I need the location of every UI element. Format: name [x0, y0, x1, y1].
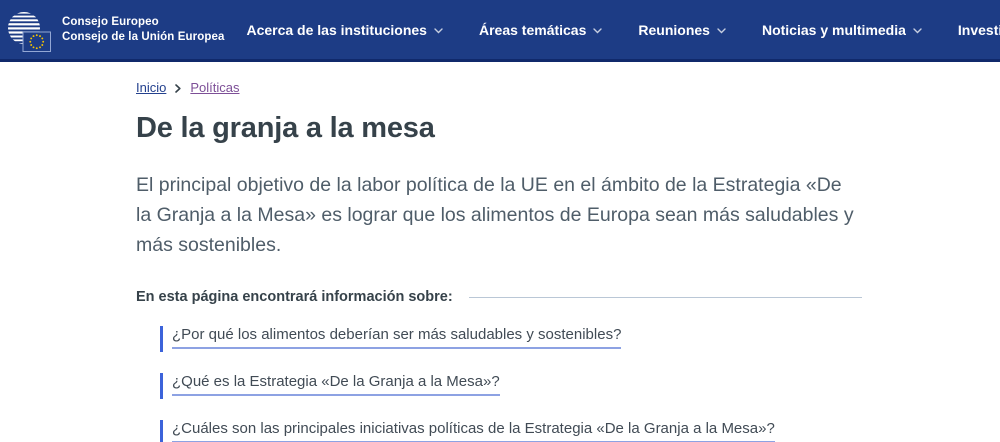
chevron-down-icon — [913, 28, 922, 34]
anchor-accent-bar — [160, 326, 163, 352]
logo-line2: Consejo de la Unión Europea — [62, 30, 224, 45]
horizontal-rule — [469, 297, 862, 298]
on-this-page-label: En esta página encontrará información so… — [136, 289, 453, 305]
chevron-down-icon — [593, 28, 602, 34]
council-logo-icon — [7, 7, 53, 53]
nav-item-reuniones[interactable]: Reuniones — [638, 22, 726, 38]
nav-item-noticias[interactable]: Noticias y multimedia — [762, 22, 922, 38]
council-logo[interactable]: Consejo Europeo Consejo de la Unión Euro… — [7, 7, 224, 53]
nav-item-label: Áreas temáticas — [479, 22, 586, 38]
page-title: De la granja a la mesa — [136, 112, 862, 145]
list-item: ¿Por qué los alimentos deberían ser más … — [160, 326, 862, 352]
list-item: ¿Cuáles son las principales iniciativas … — [160, 420, 862, 442]
anchor-link-que-es[interactable]: ¿Qué es la Estrategia «De la Granja a la… — [172, 373, 500, 396]
nav-item-investigacion[interactable]: Investigación y publicaciones — [958, 22, 1000, 38]
anchor-accent-bar — [160, 373, 163, 399]
logo-text: Consejo Europeo Consejo de la Unión Euro… — [62, 15, 224, 44]
nav-item-areas-tematicas[interactable]: Áreas temáticas — [479, 22, 602, 38]
page-content: Inicio Políticas De la granja a la mesa … — [136, 80, 862, 442]
main-nav: Acerca de las instituciones Áreas temáti… — [246, 22, 1000, 38]
nav-item-label: Investigación y publicaciones — [958, 22, 1000, 38]
breadcrumb-link-inicio[interactable]: Inicio — [136, 80, 166, 95]
anchor-link-iniciativas[interactable]: ¿Cuáles son las principales iniciativas … — [172, 420, 775, 442]
anchor-accent-bar — [160, 420, 163, 442]
anchor-link-por-que[interactable]: ¿Por qué los alimentos deberían ser más … — [172, 326, 621, 349]
site-header: Consejo Europeo Consejo de la Unión Euro… — [0, 0, 1000, 62]
list-item: ¿Qué es la Estrategia «De la Granja a la… — [160, 373, 862, 399]
nav-item-instituciones[interactable]: Acerca de las instituciones — [246, 22, 443, 38]
anchor-link-list: ¿Por qué los alimentos deberían ser más … — [160, 326, 862, 442]
nav-item-label: Reuniones — [638, 22, 710, 38]
chevron-down-icon — [434, 28, 443, 34]
breadcrumb: Inicio Políticas — [136, 80, 862, 95]
nav-item-label: Noticias y multimedia — [762, 22, 906, 38]
chevron-right-icon — [175, 84, 181, 93]
lead-paragraph: El principal objetivo de la labor políti… — [136, 170, 862, 260]
logo-line1: Consejo Europeo — [62, 15, 224, 30]
chevron-down-icon — [717, 28, 726, 34]
on-this-page-section: En esta página encontrará información so… — [136, 289, 862, 305]
breadcrumb-link-politicas[interactable]: Políticas — [190, 80, 239, 95]
nav-item-label: Acerca de las instituciones — [246, 22, 427, 38]
